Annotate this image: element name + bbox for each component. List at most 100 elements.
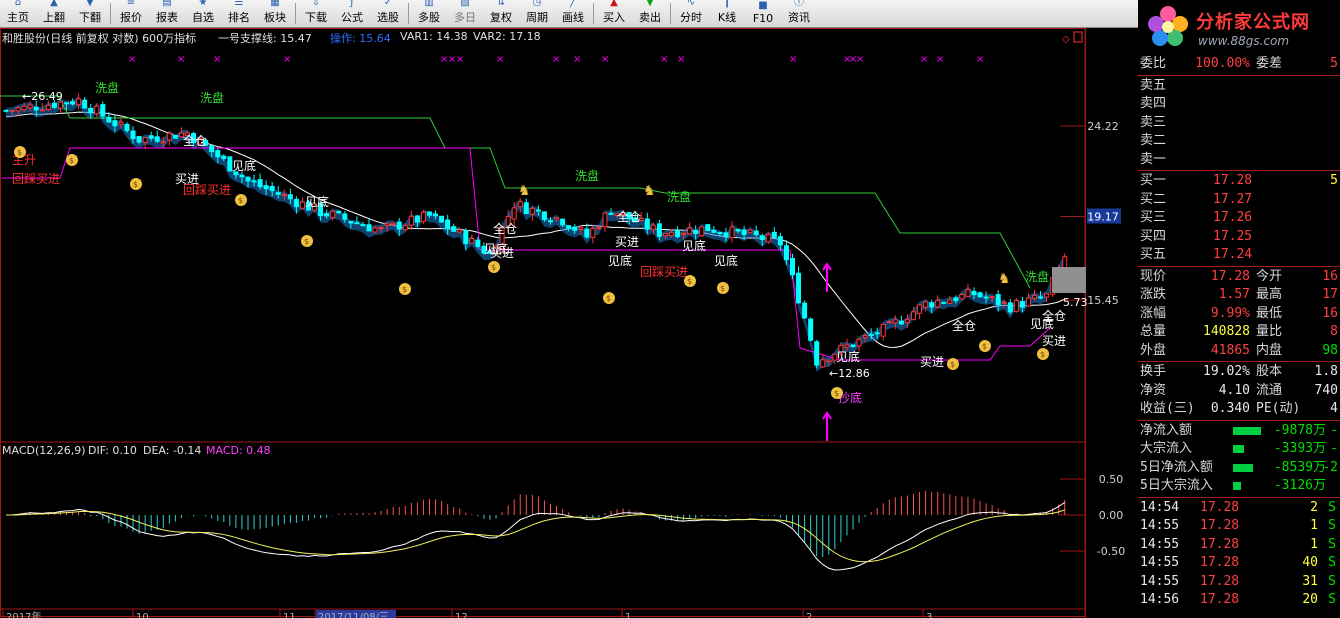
money-bag-symbol: $ (238, 196, 243, 205)
toolbar-button-label: 主页 (7, 11, 29, 24)
candle-up (517, 201, 523, 208)
toolbar-separator (670, 3, 671, 24)
candle-up (650, 224, 656, 230)
sell-level-row: 卖四 (1138, 95, 1340, 114)
candle-up (1062, 256, 1068, 269)
money-bag-symbol: $ (1040, 350, 1045, 359)
candle-down (51, 102, 57, 108)
runner-icon: ♞ (643, 183, 656, 199)
candle-up (402, 225, 408, 231)
toolbar-button-18[interactable]: ∿ 分时 (673, 0, 709, 27)
candle-down (759, 235, 765, 240)
candle-up (457, 229, 463, 233)
toolbar-button-11[interactable]: ▥ 多股 (411, 0, 447, 27)
f10-icon: ■ (758, 0, 768, 11)
fund-flow-row: 5日净流入额 -8539万 -2 (1138, 459, 1340, 478)
toolbar-button-9[interactable]: ƒ 公式 (334, 0, 370, 27)
panel-divider (1138, 419, 1340, 421)
buy-price: 17.25 (1213, 228, 1253, 244)
sell-icon: ▼ (646, 0, 654, 8)
panel-text: 0.340 (1210, 401, 1250, 416)
toolbar-button-label: 资讯 (788, 11, 810, 24)
toolbar-button-16[interactable]: ▲ 买入 (596, 0, 632, 27)
toolbar-button-0[interactable]: ⌂ 主页 (0, 0, 36, 27)
candle-up (1032, 294, 1037, 299)
toolbar-button-12[interactable]: ▧ 多日 (447, 0, 483, 27)
candle-up (9, 109, 15, 112)
main-toolbar: ⌂ 主页 ▲ 上翻 ▼ 下翻 ≡ 报价 ▤ 报表 ★ 自选 ☰ 排名 ▦ 板块 ⇩ 下载 ƒ 公式 ✓ 选股 ▥ 多股 ▧ 多日 ⇅… (0, 0, 1138, 28)
candle-down (451, 226, 457, 232)
toolbar-button-14[interactable]: ◷ 周期 (519, 0, 555, 27)
signal-label: 见底 (1030, 316, 1054, 331)
candle-down (608, 212, 614, 216)
toolbar-button-5[interactable]: ★ 自选 (185, 0, 221, 27)
candle-down (257, 179, 263, 188)
signal-label: 见底 (714, 253, 738, 268)
buy-icon: ▲ (610, 0, 618, 8)
signal-x-marker: × (677, 54, 685, 65)
panel-text: 17.28 (1210, 268, 1250, 284)
candle-up (765, 234, 771, 243)
toolbar-button-1[interactable]: ▲ 上翻 (36, 0, 72, 27)
toolbar-button-3[interactable]: ≡ 报价 (113, 0, 149, 27)
panel-text: 买一 (1140, 173, 1167, 188)
toolbar-button-label: 下翻 (79, 11, 101, 24)
candle-down (850, 344, 856, 348)
candle-up (39, 109, 45, 112)
signal-x-marker: × (177, 54, 185, 65)
candle-up (826, 359, 832, 362)
candle-up (820, 359, 826, 368)
macd-dea: DEA: -0.14 (143, 444, 202, 457)
panel-text: 14:56 (1140, 592, 1180, 607)
candle-down (541, 211, 547, 221)
stats-row: 总量 140828 量比 8 (1138, 323, 1340, 342)
chart-frame (0, 28, 1086, 617)
site-logo: 分析家公式网 www.88gs.com (1138, 0, 1340, 55)
toolbar-button-13[interactable]: ⇅ 复权 (483, 0, 519, 27)
panel-text: 16 (1322, 305, 1338, 321)
kline-chart-svg[interactable]: 24.2219.1715.45× × × × × × × × × × × × × × ××× × × ×洗盘洗盘洗… (0, 28, 1138, 618)
panel-text: - (1330, 422, 1338, 438)
panel-text: 卖一 (1140, 151, 1167, 167)
toolbar-button-15[interactable]: ╱ 画线 (555, 0, 591, 27)
kline-chart-area[interactable]: 24.22 19.17 15.45 × × × × × × × × × × × × × × × × × × × × 洗盘 洗盘洗… (0, 28, 1138, 618)
candle-down (463, 230, 469, 245)
toolbar-button-6[interactable]: ☰ 排名 (221, 0, 257, 27)
toolbar-button-10[interactable]: ✓ 选股 (370, 0, 406, 27)
toolbar-button-20[interactable]: ■ F10 (745, 0, 781, 27)
candle-down (112, 120, 118, 127)
toolbar-button-4[interactable]: ▤ 报表 (149, 0, 185, 27)
panel-text: 31 (1302, 573, 1318, 589)
toolbar-button-7[interactable]: ▦ 板块 (257, 0, 293, 27)
panel-text: 40 (1302, 555, 1318, 570)
panel-text: - (1330, 441, 1338, 456)
panel-divider (1138, 74, 1340, 76)
toolbar-button-17[interactable]: ▼ 卖出 (632, 0, 668, 27)
panel-text: 740 (1314, 382, 1338, 398)
candle-up (602, 212, 608, 228)
toolbar-button-8[interactable]: ⇩ 下载 (298, 0, 334, 27)
signal-x-marker: × (552, 54, 560, 65)
candle-down (475, 239, 481, 248)
candle-down (523, 202, 529, 215)
panel-text: 16 (1322, 268, 1338, 284)
toolbar-button-2[interactable]: ▼ 下翻 (72, 0, 108, 27)
candle-down (753, 230, 759, 236)
candle-down (251, 180, 257, 183)
candle-up (886, 321, 892, 324)
var1-value: VAR1: 14.38 (400, 30, 468, 43)
toolbar-button-21[interactable]: ⓘ 资讯 (781, 0, 817, 27)
tick-row: 14:54 17.28 2 S (1138, 499, 1340, 518)
candle-up (27, 104, 33, 109)
candle-down (445, 219, 451, 229)
candle-down (1019, 300, 1025, 308)
panel-text: 8 (1330, 324, 1338, 339)
candle-down (814, 341, 820, 366)
signal-x-marker: × (976, 54, 984, 65)
candle-up (947, 299, 953, 304)
candle-down (414, 215, 420, 223)
toolbar-button-label: 多日 (454, 11, 476, 24)
toolbar-button-19[interactable]: ┃ K线 (709, 0, 745, 27)
logo-brand-text: 分析家公式网 (1196, 12, 1310, 33)
favorites-icon: ★ (198, 0, 208, 8)
